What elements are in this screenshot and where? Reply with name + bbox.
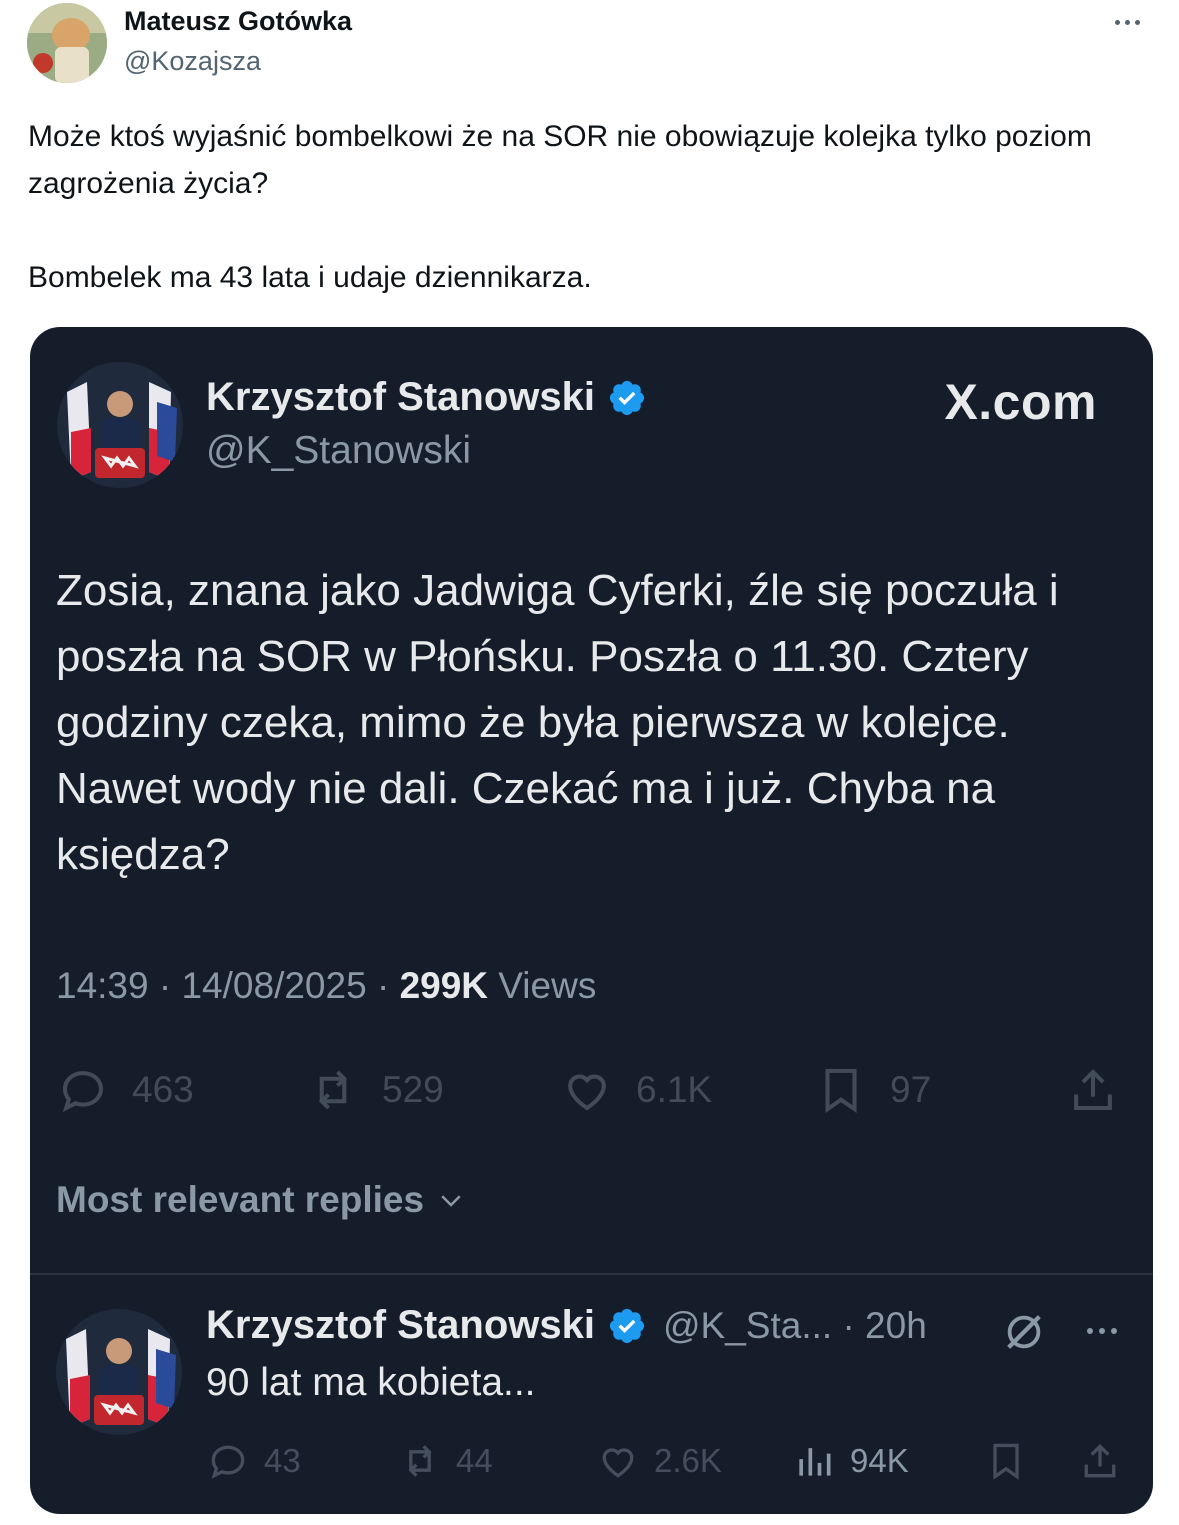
author-name[interactable]: Krzysztof Stanowski (206, 375, 595, 420)
like-count: 6.1K (636, 1069, 713, 1110)
more-options-icon[interactable] (1109, 14, 1145, 30)
bookmark-count: 97 (890, 1069, 932, 1110)
repost-count: 529 (382, 1069, 444, 1110)
avatar[interactable] (56, 1309, 182, 1435)
replies-sort-label: Most relevant replies (56, 1179, 425, 1220)
repost-count: 44 (456, 1442, 493, 1479)
bookmark-icon (825, 1068, 857, 1114)
reply-icon (211, 1445, 245, 1479)
more-options-icon[interactable] (1081, 1321, 1123, 1341)
share-button[interactable] (1066, 1055, 1120, 1125)
author-handle[interactable]: @K_Stanowski (206, 429, 471, 473)
chevron-down-icon (441, 1195, 461, 1207)
repost-icon (408, 1445, 432, 1477)
tweet-time[interactable]: 14:39 (56, 965, 149, 1006)
reply-author-row: Krzysztof Stanowski @K_Sta... · 20h (206, 1303, 927, 1348)
heart-icon (568, 1074, 606, 1111)
share-icon (1074, 1069, 1112, 1111)
views-count: 94K (850, 1442, 909, 1479)
repost-button[interactable]: 44 (398, 1433, 493, 1489)
author-name[interactable]: Krzysztof Stanowski (206, 1303, 595, 1348)
reply-icon (62, 1071, 104, 1112)
avatar[interactable] (27, 3, 107, 83)
meta-separator: · (366, 965, 400, 1006)
heart-icon (602, 1448, 634, 1478)
tweet-paragraph: Może ktoś wyjaśnić bombelkowi że na SOR … (28, 120, 1092, 200)
author-handle[interactable]: @Kozajsza (124, 46, 261, 77)
bookmark-button[interactable]: 97 (814, 1055, 931, 1125)
share-button[interactable] (1078, 1433, 1122, 1489)
tweet-actions: 463 529 6.1K 97 (56, 1055, 1126, 1125)
embedded-tweet-card[interactable]: Krzysztof Stanowski @K_Stanowski X.com Z… (30, 327, 1153, 1514)
verified-badge-icon (609, 380, 645, 415)
bookmark-icon (993, 1443, 1019, 1480)
reply-button[interactable]: 43 (206, 1433, 301, 1489)
replies-sort-toggle[interactable]: Most relevant replies (56, 1179, 466, 1221)
reply-count: 43 (264, 1442, 301, 1479)
tweet-meta: 14:39 · 14/08/2025 · 299K Views (56, 965, 596, 1007)
like-button[interactable]: 2.6K (596, 1433, 722, 1489)
reply-button[interactable]: 463 (56, 1055, 194, 1125)
avatar[interactable] (57, 362, 183, 488)
reply-text: 90 lat ma kobieta... (206, 1361, 536, 1404)
tweet-text: Może ktoś wyjaśnić bombelkowi że na SOR … (28, 113, 1148, 301)
divider (30, 1273, 1153, 1275)
repost-icon (318, 1070, 348, 1110)
grok-icon[interactable] (1001, 1309, 1047, 1355)
views-button[interactable]: 94K (792, 1433, 909, 1489)
reply-actions: 43 44 2.6K 94K (206, 1433, 1126, 1489)
source-label: X.com (944, 374, 1097, 430)
views-count: 299K (399, 965, 489, 1006)
share-icon (1084, 1443, 1116, 1478)
views-chart-icon (799, 1448, 831, 1476)
tweet-paragraph: Bombelek ma 43 lata i udaje dziennikarza… (28, 261, 592, 294)
author-row: Krzysztof Stanowski (206, 375, 647, 420)
repost-button[interactable]: 529 (306, 1055, 444, 1125)
reply-handle-time[interactable]: @K_Sta... · 20h (663, 1305, 927, 1347)
meta-separator: · (148, 965, 182, 1006)
like-button[interactable]: 6.1K (560, 1055, 712, 1125)
tweet-date[interactable]: 14/08/2025 (181, 965, 366, 1006)
like-count: 2.6K (654, 1442, 722, 1479)
views-label: Views (498, 965, 597, 1006)
reply-count: 463 (132, 1069, 194, 1110)
bookmark-button[interactable] (984, 1433, 1028, 1489)
verified-badge-icon (609, 1308, 645, 1343)
tweet-text: Zosia, znana jako Jadwiga Cyferki, źle s… (56, 566, 1059, 879)
author-name[interactable]: Mateusz Gotówka (124, 6, 352, 37)
